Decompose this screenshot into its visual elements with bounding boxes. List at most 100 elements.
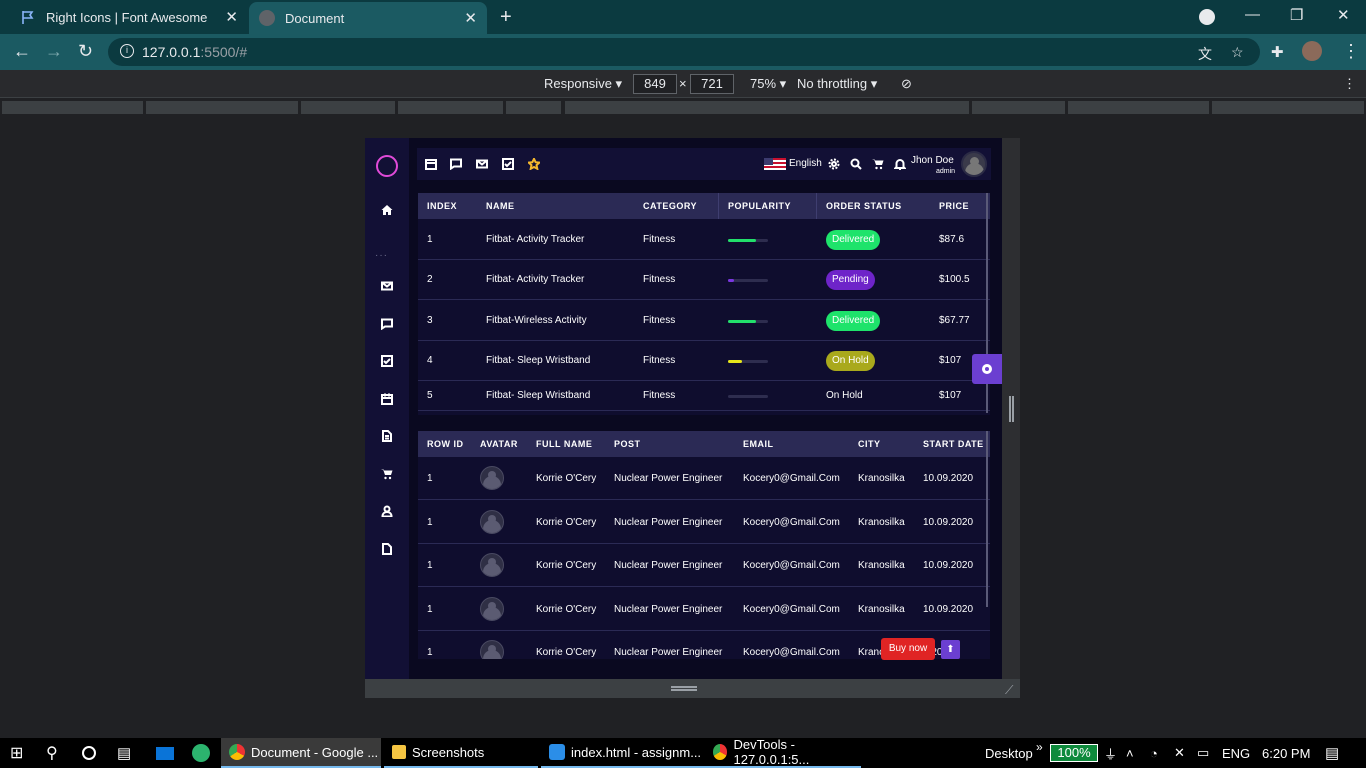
chevron-icon[interactable]: » bbox=[1036, 732, 1043, 762]
desktop-toolbar-label[interactable]: Desktop bbox=[985, 738, 1033, 768]
close-icon[interactable]: ✕ bbox=[225, 8, 238, 26]
mail-icon[interactable] bbox=[476, 157, 490, 171]
width-input[interactable]: 849 bbox=[633, 74, 677, 94]
table-row[interactable]: 1 Fitbat- Activity Tracker Fitness Delivere… bbox=[418, 219, 990, 260]
clock[interactable]: 6:20 PM bbox=[1262, 738, 1310, 768]
avatar[interactable] bbox=[961, 151, 987, 177]
column-header[interactable]: AVATAR bbox=[480, 439, 518, 449]
new-tab-icon[interactable]: + bbox=[500, 6, 512, 29]
chevron-up-icon[interactable]: ˄ bbox=[1126, 738, 1134, 768]
battery-icon[interactable]: ▭ bbox=[1197, 738, 1209, 768]
star-icon[interactable] bbox=[526, 156, 542, 171]
table-row[interactable]: 3 Fitbat-Wireless Activity Fitness Delivere… bbox=[418, 300, 990, 341]
rotate-icon[interactable]: ⊘ bbox=[901, 76, 912, 92]
resize-handle-right[interactable] bbox=[1009, 396, 1014, 422]
zoom-select[interactable]: 75% ▾ bbox=[750, 76, 786, 92]
star-icon[interactable]: ☆ bbox=[1231, 44, 1244, 61]
column-header[interactable]: ORDER STATUS bbox=[826, 201, 902, 211]
column-header[interactable]: CATEGORY bbox=[643, 201, 697, 211]
column-header[interactable]: POPULARITY bbox=[728, 201, 791, 211]
language-select[interactable]: English bbox=[789, 158, 822, 169]
calendar-icon[interactable] bbox=[379, 393, 395, 409]
forward-icon[interactable]: → bbox=[45, 41, 63, 62]
table-row[interactable]: 5 Fitbat- Sleep Wristband Fitness On Hold $1… bbox=[418, 381, 990, 411]
table-row[interactable]: 1 Korrie O'Cery Nuclear Power Engineer Koce… bbox=[418, 544, 990, 587]
search-icon[interactable]: ⚲ bbox=[46, 738, 58, 768]
column-header[interactable]: INDEX bbox=[427, 201, 457, 211]
checkbox-icon[interactable] bbox=[502, 157, 516, 171]
mail-app-icon[interactable] bbox=[156, 738, 174, 768]
gear-icon[interactable] bbox=[828, 157, 842, 171]
notifications-icon[interactable]: ▤ bbox=[1325, 738, 1339, 768]
column-header[interactable]: NAME bbox=[486, 201, 515, 211]
device-select[interactable]: Responsive ▾ bbox=[544, 76, 622, 92]
speaker-muted-icon[interactable]: ✕ bbox=[1174, 738, 1185, 768]
language-indicator[interactable]: ENG bbox=[1222, 738, 1250, 768]
scroll-top-button[interactable]: ⬆ bbox=[941, 640, 960, 659]
column-header[interactable]: FULL NAME bbox=[536, 439, 592, 449]
back-icon[interactable]: ← bbox=[13, 41, 31, 62]
minimize-icon[interactable]: — bbox=[1245, 6, 1260, 23]
scrollbar[interactable] bbox=[986, 431, 988, 607]
windows-start-icon[interactable]: ⊞ bbox=[10, 738, 23, 768]
translate-icon[interactable]: 文 bbox=[1198, 44, 1212, 64]
throttling-select[interactable]: No throttling ▾ bbox=[797, 76, 877, 92]
cart-icon[interactable] bbox=[872, 157, 886, 171]
tab-document[interactable]: Document ✕ bbox=[249, 2, 487, 34]
table-row[interactable]: 4 Fitbat- Sleep Wristband Fitness On Hold $1… bbox=[418, 341, 990, 381]
taskbar-app-devtools[interactable]: DevTools - 127.0.0.1:5... bbox=[705, 737, 861, 768]
table-row[interactable]: 1 Korrie O'Cery Nuclear Power Engineer Koce… bbox=[418, 501, 990, 544]
close-window-icon[interactable]: ✕ bbox=[1337, 6, 1350, 24]
table-row[interactable]: 1 Korrie O'Cery Nuclear Power Engineer Koce… bbox=[418, 457, 990, 500]
profile-avatar-icon[interactable] bbox=[1302, 41, 1322, 61]
bell-icon[interactable] bbox=[893, 157, 908, 171]
buy-now-button[interactable]: Buy now bbox=[881, 638, 935, 660]
taskbar-app-explorer[interactable]: Screenshots bbox=[384, 738, 538, 768]
column-header[interactable]: CITY bbox=[858, 439, 881, 449]
info-icon[interactable]: i bbox=[120, 44, 134, 58]
table-row[interactable]: 2 Fitbat- Activity Tracker Fitness Pending $… bbox=[418, 260, 990, 300]
restore-icon[interactable]: ❐ bbox=[1290, 6, 1303, 24]
column-header[interactable]: EMAIL bbox=[743, 439, 774, 449]
taskbar-app-vscode[interactable]: index.html - assignm... bbox=[541, 738, 705, 768]
wifi-icon[interactable]: ◔ bbox=[1150, 738, 1158, 768]
home-icon[interactable] bbox=[379, 204, 395, 220]
settings-toggle-button[interactable] bbox=[972, 354, 1002, 384]
column-header[interactable]: START DATE bbox=[923, 439, 984, 449]
close-icon[interactable]: ✕ bbox=[464, 9, 477, 27]
checkbox-icon[interactable] bbox=[379, 355, 395, 371]
tab-font-awesome[interactable]: Right Icons | Font Awesome ✕ bbox=[8, 0, 248, 34]
search-icon[interactable] bbox=[850, 157, 864, 171]
cell-full-name: Korrie O'Cery bbox=[536, 603, 597, 615]
height-input[interactable]: 721 bbox=[690, 74, 734, 94]
cart-icon[interactable] bbox=[379, 468, 395, 484]
tab-search-icon[interactable] bbox=[1199, 9, 1215, 25]
power-plug-icon[interactable]: ⏚ bbox=[1104, 738, 1117, 768]
chat-icon[interactable] bbox=[379, 318, 395, 334]
column-header[interactable]: ROW ID bbox=[427, 439, 464, 449]
resize-corner-icon[interactable]: ⟋ bbox=[1005, 683, 1013, 698]
logo-icon[interactable] bbox=[376, 155, 398, 177]
cell-post: Nuclear Power Engineer bbox=[614, 603, 723, 615]
cortana-icon[interactable] bbox=[82, 738, 96, 768]
media-query-ruler[interactable] bbox=[0, 99, 1366, 117]
taskbar-app-chrome[interactable]: Document - Google ... bbox=[221, 738, 381, 768]
resize-handle-bottom[interactable] bbox=[365, 679, 1020, 698]
battery-percentage[interactable]: 100% bbox=[1050, 744, 1098, 762]
reload-icon[interactable]: ↻ bbox=[78, 41, 93, 62]
menu-icon[interactable]: ⋮ bbox=[1342, 41, 1360, 62]
table-row[interactable]: 1 Korrie O'Cery Nuclear Power Engineer Koce… bbox=[418, 588, 990, 631]
column-header[interactable]: PRICE bbox=[939, 201, 969, 211]
mail-icon[interactable] bbox=[379, 280, 395, 296]
edge-icon[interactable] bbox=[192, 738, 210, 768]
file-icon[interactable] bbox=[379, 543, 395, 559]
user-icon[interactable] bbox=[379, 505, 395, 521]
document-icon[interactable] bbox=[379, 430, 395, 446]
more-options-icon[interactable]: ⋮ bbox=[1343, 76, 1356, 92]
extensions-icon[interactable]: ✚ bbox=[1271, 43, 1284, 61]
column-header[interactable]: POST bbox=[614, 439, 641, 449]
url-field[interactable]: i 127.0.0.1:5500/# 文 ☆ bbox=[108, 38, 1260, 66]
chat-icon[interactable] bbox=[450, 157, 464, 171]
calendar-icon[interactable] bbox=[425, 157, 439, 171]
task-view-icon[interactable]: ▤ bbox=[117, 738, 131, 768]
